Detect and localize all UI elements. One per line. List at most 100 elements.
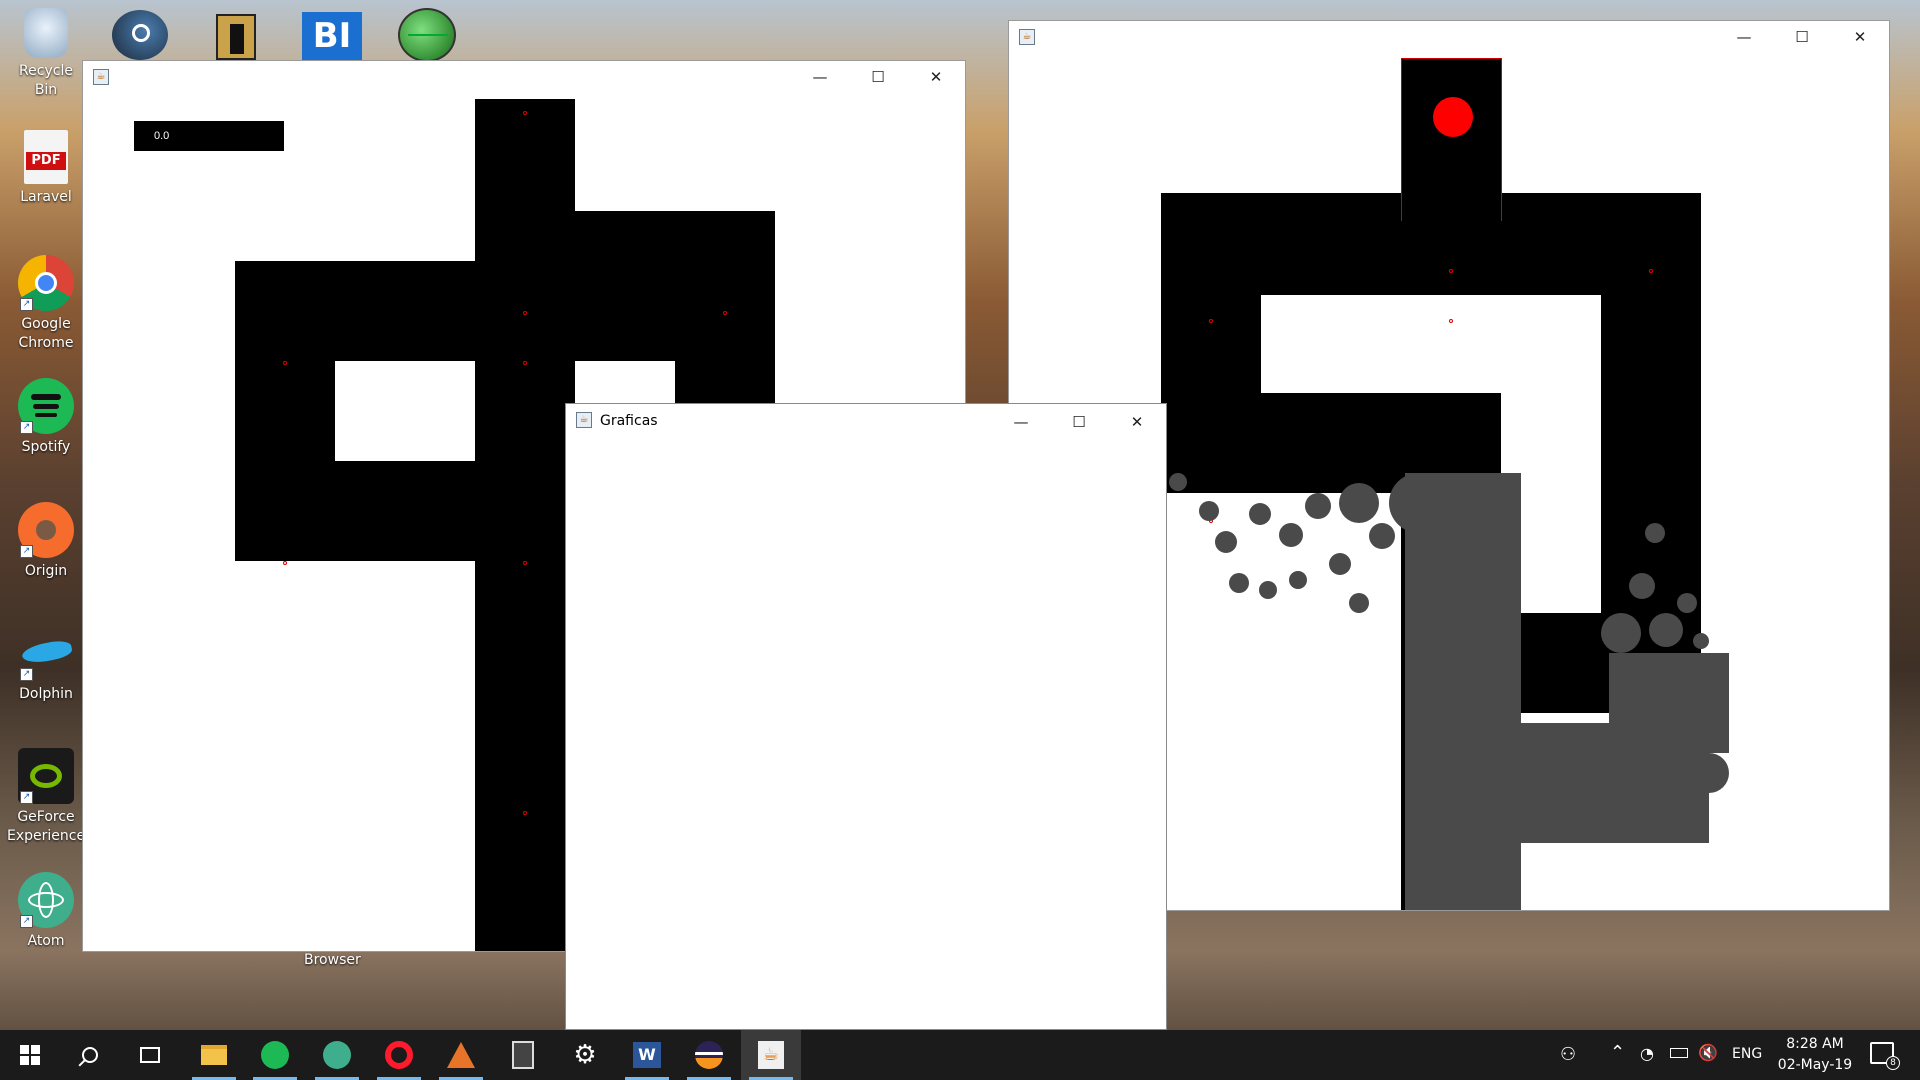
spotify-icon	[261, 1041, 289, 1069]
language-indicator[interactable]: ENG	[1732, 1046, 1762, 1062]
maze-node	[523, 811, 527, 815]
notifications-button[interactable]: 8	[1870, 1042, 1900, 1070]
spotify-icon: ↗	[18, 378, 74, 434]
desktop-icon-label: Spotify	[21, 439, 71, 455]
maze-node	[523, 311, 527, 315]
desktop-icon-chrome[interactable]: ↗ Google Chrome	[7, 255, 85, 353]
close-button[interactable]: ✕	[1108, 404, 1166, 440]
title-bar[interactable]: ☕ Graficas — ☐ ✕	[566, 404, 1166, 440]
minimize-button[interactable]: —	[1715, 21, 1773, 53]
shortcut-arrow-icon: ↗	[20, 791, 33, 804]
taskbar-settings[interactable]: ⚙	[555, 1030, 615, 1080]
wifi-icon[interactable]: ◔	[1640, 1044, 1654, 1063]
recycle-bin-icon	[24, 8, 68, 58]
word-icon: W	[633, 1042, 661, 1068]
taskbar-eclipse[interactable]	[679, 1030, 739, 1080]
title-bar[interactable]: ☕ — ☐ ✕	[1009, 21, 1889, 53]
matlab-icon	[447, 1042, 475, 1068]
desktop-icon-dolphin[interactable]: ↗ Dolphin	[7, 625, 85, 704]
maze-node	[1649, 269, 1653, 273]
clock-time: 8:28 AM	[1786, 1036, 1844, 1052]
maze-node	[1209, 319, 1213, 323]
volume-mute-icon[interactable]: 🔇	[1698, 1043, 1718, 1062]
desktop-icon-laravel[interactable]: PDF Laravel	[7, 130, 85, 207]
desktop-icon-label: Origin	[24, 563, 68, 579]
opera-icon	[385, 1041, 413, 1069]
desktop-icon-spotify[interactable]: ↗ Spotify	[7, 378, 85, 457]
close-button[interactable]: ✕	[907, 61, 965, 93]
maximize-button[interactable]: ☐	[1050, 404, 1108, 440]
maximize-button[interactable]: ☐	[1773, 21, 1831, 53]
shortcut-arrow-icon: ↗	[20, 298, 33, 311]
chrome-icon: ↗	[18, 255, 74, 311]
desktop-icon-bi[interactable]: BI	[302, 12, 362, 60]
folder-icon	[201, 1045, 227, 1065]
taskbar-matlab[interactable]	[431, 1030, 491, 1080]
task-view-icon	[140, 1047, 160, 1063]
maze-node	[283, 561, 287, 565]
bi-icon: BI	[312, 16, 352, 56]
battery-icon[interactable]	[1670, 1048, 1688, 1058]
chevron-up-icon[interactable]: ⌃	[1610, 1042, 1625, 1063]
maze-node	[523, 111, 527, 115]
desktop-icon-recycle-bin[interactable]: Recycle Bin	[7, 8, 85, 100]
close-button[interactable]: ✕	[1831, 21, 1889, 53]
browser-label: Browser	[304, 952, 361, 968]
clock-date: 02-May-19	[1777, 1057, 1853, 1073]
maze-node	[723, 311, 727, 315]
shortcut-arrow-icon: ↗	[20, 668, 33, 681]
graficas-canvas	[566, 440, 1166, 1029]
taskbar-atom[interactable]	[307, 1030, 367, 1080]
desktop-icon-globe[interactable]	[398, 8, 456, 62]
taskbar-word[interactable]: W	[617, 1030, 677, 1080]
eclipse-icon	[695, 1041, 723, 1069]
graficas-window[interactable]: ☕ Graficas — ☐ ✕	[565, 403, 1167, 1030]
atom-icon	[323, 1041, 351, 1069]
clock[interactable]: 8:28 AM 02-May-19	[1770, 1034, 1860, 1076]
start-button[interactable]	[0, 1030, 60, 1080]
java-icon: ☕	[1019, 29, 1035, 45]
taskbar-spotify[interactable]	[245, 1030, 305, 1080]
score-display: 0.0	[134, 121, 284, 151]
window-title: Graficas	[600, 413, 658, 429]
calculator-icon	[512, 1041, 534, 1069]
maze-node	[1449, 269, 1453, 273]
taskbar-java[interactable]: ☕	[741, 1030, 801, 1080]
task-view-button[interactable]	[120, 1030, 180, 1080]
desktop-icon-label: Recycle Bin	[19, 63, 73, 98]
maze-node	[523, 561, 527, 565]
dolphin-icon: ↗	[18, 625, 74, 681]
desktop-icon-label: Laravel	[20, 189, 72, 205]
desktop-icon-label: Dolphin	[19, 686, 73, 702]
shortcut-arrow-icon: ↗	[20, 915, 33, 928]
desktop-icon-label: Atom	[27, 933, 65, 949]
maze-node	[523, 361, 527, 365]
windows-icon	[20, 1045, 40, 1065]
desktop-icon-label: GeForce Experience	[7, 809, 86, 844]
maximize-button[interactable]: ☐	[849, 61, 907, 93]
gear-icon: ⚙	[573, 1040, 597, 1070]
search-icon	[78, 1047, 98, 1067]
desktop-icon-origin[interactable]: ↗ Origin	[7, 502, 85, 581]
taskbar-file-explorer[interactable]	[184, 1030, 244, 1080]
java-icon: ☕	[758, 1041, 784, 1069]
people-icon[interactable]: ⚇	[1560, 1044, 1576, 1065]
minimize-button[interactable]: —	[992, 404, 1050, 440]
desktop-icon-geforce[interactable]: ↗ GeForce Experience	[7, 748, 85, 846]
taskbar-calculator[interactable]	[493, 1030, 553, 1080]
desktop-icon-folder[interactable]	[216, 14, 256, 60]
title-bar[interactable]: ☕ — ☐ ✕	[83, 61, 965, 93]
pdf-icon: PDF	[24, 130, 68, 184]
desktop-icon-label: Google Chrome	[18, 316, 74, 351]
minimize-button[interactable]: —	[791, 61, 849, 93]
taskbar-opera[interactable]	[369, 1030, 429, 1080]
search-button[interactable]	[60, 1030, 120, 1080]
notification-count: 8	[1886, 1056, 1900, 1070]
origin-icon: ↗	[18, 502, 74, 558]
maze-node	[1449, 319, 1453, 323]
shortcut-arrow-icon: ↗	[20, 545, 33, 558]
globe-icon	[408, 34, 448, 36]
desktop-icon-steam[interactable]	[112, 10, 168, 60]
score-value: 0.0	[154, 130, 170, 142]
desktop-icon-atom[interactable]: ↗ Atom	[7, 872, 85, 951]
